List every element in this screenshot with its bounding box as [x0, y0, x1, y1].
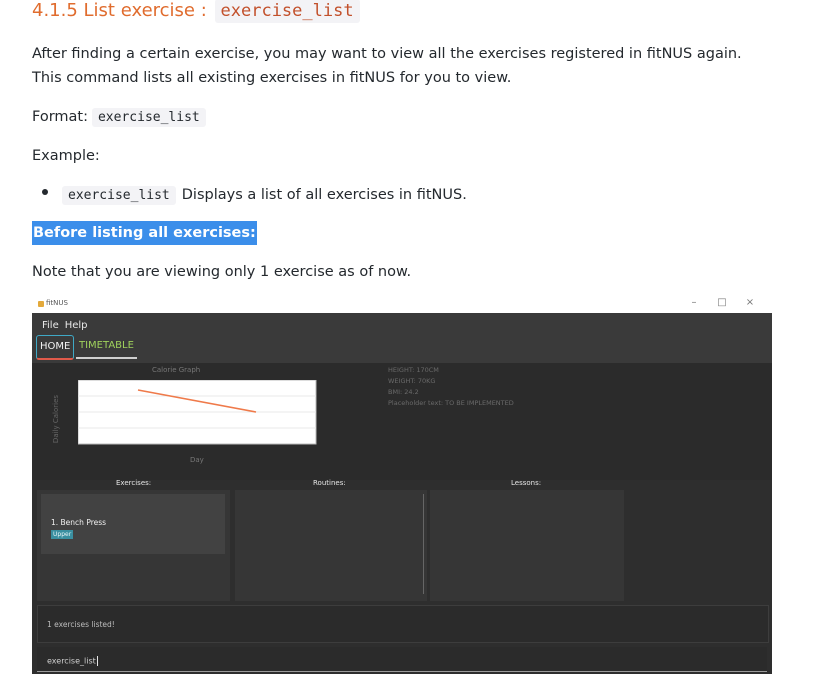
text-caret	[96, 656, 98, 666]
example-item: exercise_list Displays a list of all exer…	[62, 183, 467, 208]
stat-weight: WEIGHT: 70KG	[388, 377, 436, 385]
window-controls: – □ ×	[680, 297, 764, 308]
routines-header: Routines:	[313, 479, 346, 487]
exercises-header: Exercises:	[116, 479, 152, 487]
stat-height: HEIGHT: 170CM	[388, 366, 439, 374]
calorie-chart	[78, 380, 317, 445]
minimize-icon[interactable]: –	[680, 297, 708, 308]
exercise-name: 1. Bench Press	[51, 518, 107, 527]
menu-file[interactable]: File	[42, 320, 59, 331]
chart-xlabel: Day	[190, 456, 204, 464]
bullet-dot-icon	[42, 189, 48, 195]
app-screenshot: fitNUS – □ × File Help HOME TIMETABLE Calor…	[32, 297, 772, 674]
stat-placeholder: Placeholder text: TO BE IMPLEMENTED	[388, 399, 514, 407]
chart-title: Calorie Graph	[152, 366, 201, 374]
example-text: Displays a list of all exercises in fitN…	[181, 187, 467, 203]
heading-code: exercise_list	[214, 0, 360, 23]
close-icon[interactable]: ×	[736, 297, 764, 308]
note-paragraph: Note that you are viewing only 1 exercis…	[32, 264, 412, 280]
dashboard: Calorie Graph Daily Calories Day HEIGHT:…	[32, 363, 772, 480]
tab-bar: HOME TIMETABLE	[32, 331, 772, 363]
example-label: Example:	[32, 148, 100, 164]
chart-ylabel: Daily Calories	[52, 394, 61, 444]
stats-panel: HEIGHT: 170CM WEIGHT: 70KG BMI: 24.2 Pla…	[388, 365, 514, 409]
format-label: Format:	[32, 109, 88, 125]
window-titlebar: fitNUS – □ ×	[32, 297, 772, 314]
stat-bmi: BMI: 24.2	[388, 388, 419, 396]
command-box[interactable]: exercise_list	[37, 647, 767, 672]
maximize-icon[interactable]: □	[708, 297, 736, 308]
highlighted-heading: Before listing all exercises:	[32, 221, 257, 245]
result-text: 1 exercises listed!	[47, 620, 115, 629]
result-display: 1 exercises listed!	[37, 605, 769, 643]
pane-divider	[423, 494, 424, 594]
lessons-pane	[430, 490, 624, 601]
exercise-card[interactable]: 1. Bench Press Upper	[41, 494, 225, 554]
command-text: exercise_list	[47, 656, 96, 666]
format-code: exercise_list	[91, 108, 206, 127]
app-logo-icon	[38, 301, 44, 307]
tab-timetable[interactable]: TIMETABLE	[76, 335, 137, 359]
section-heading: 4.1.5 List exercise : exercise_list	[32, 0, 360, 23]
exercise-tag: Upper	[51, 530, 74, 539]
tab-home[interactable]: HOME	[36, 335, 75, 360]
command-input[interactable]: exercise_list	[47, 656, 98, 666]
format-line: Format: exercise_list	[32, 105, 206, 130]
window-title: fitNUS	[46, 299, 68, 307]
exercises-pane: 1. Bench Press Upper	[37, 490, 230, 601]
lessons-header: Lessons:	[511, 479, 542, 487]
example-code: exercise_list	[62, 186, 176, 205]
routines-pane	[235, 490, 427, 601]
menu-bar: File Help	[32, 313, 772, 331]
intro-paragraph: After finding a certain exercise, you ma…	[32, 46, 742, 86]
menu-help[interactable]: Help	[65, 320, 88, 331]
heading-text: 4.1.5 List exercise :	[32, 0, 213, 21]
